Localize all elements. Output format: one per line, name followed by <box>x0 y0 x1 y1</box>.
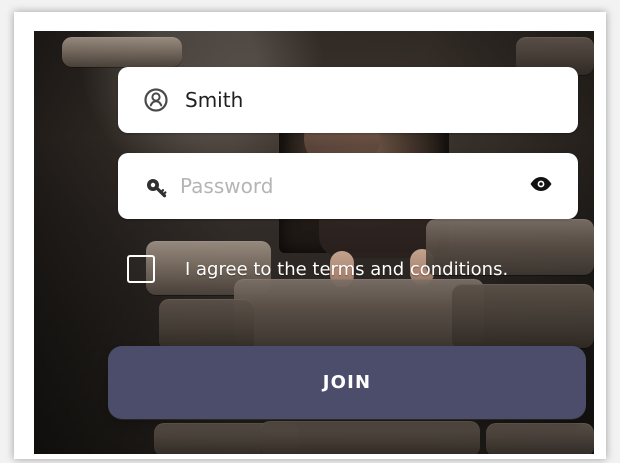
key-icon <box>142 172 170 200</box>
background-log <box>486 423 594 454</box>
user-icon <box>142 86 170 114</box>
terms-label: I agree to the terms and conditions. <box>185 259 509 280</box>
background-log <box>62 37 182 67</box>
password-field[interactable] <box>118 153 578 219</box>
password-visibility-button[interactable] <box>528 175 554 197</box>
terms-checkbox[interactable] <box>127 255 155 283</box>
join-button[interactable]: JOIN <box>108 346 586 419</box>
signup-screen: Smith I agree to the terms and condition… <box>34 31 594 454</box>
terms-row: I agree to the terms and conditions. <box>127 252 557 292</box>
username-value[interactable]: Smith <box>185 67 506 133</box>
background-log <box>159 299 254 351</box>
password-input[interactable] <box>180 153 506 219</box>
eye-icon <box>529 175 553 197</box>
background-log <box>260 421 480 454</box>
background-log <box>452 284 594 348</box>
username-field[interactable]: Smith <box>118 67 578 133</box>
